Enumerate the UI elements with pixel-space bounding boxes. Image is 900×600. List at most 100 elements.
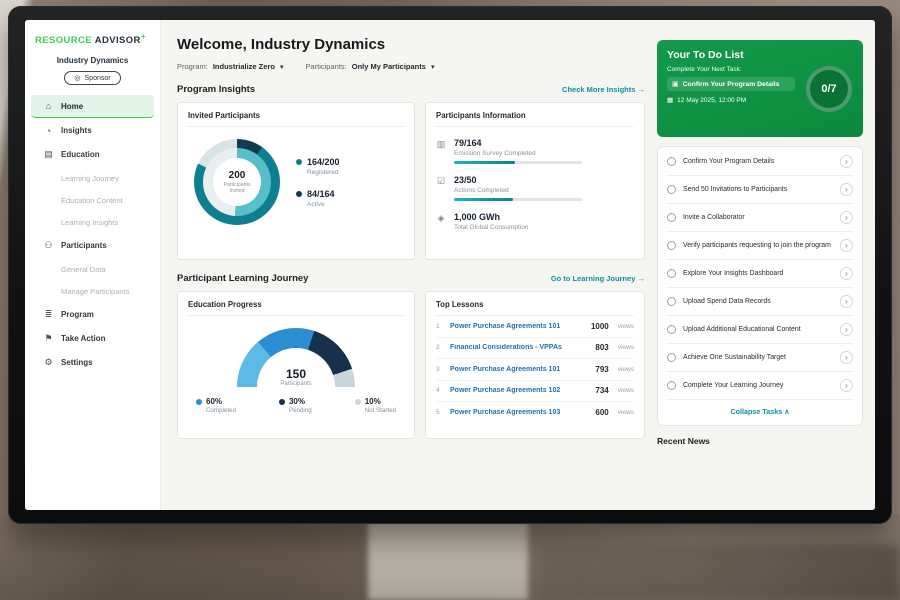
participants-filter-dropdown[interactable]: Only My Participants <box>352 62 426 71</box>
legend-value: 60% <box>206 397 236 406</box>
program-icon: ≣ <box>43 309 54 320</box>
chevron-right-icon[interactable]: › <box>840 155 853 168</box>
todo-next-task[interactable]: ▣ Confirm Your Program Details <box>667 77 795 91</box>
chevron-right-icon[interactable]: › <box>840 351 853 364</box>
task-checkbox[interactable] <box>667 269 676 278</box>
sidebar-item-education[interactable]: ▤ Education <box>31 143 154 166</box>
sidebar-item-manage-participants[interactable]: Manage Participants <box>31 280 154 302</box>
task-checkbox[interactable] <box>667 185 676 194</box>
task-row-verify-participants[interactable]: Verify participants requesting to join t… <box>667 232 853 260</box>
legend-value: 10% <box>365 397 396 406</box>
page-title: Welcome, Industry Dynamics <box>177 36 645 53</box>
check-more-insights-link[interactable]: Check More Insights → <box>562 85 645 94</box>
task-checkbox[interactable] <box>667 241 676 250</box>
task-checkbox[interactable] <box>667 297 676 306</box>
todo-title: Your To Do List <box>667 49 853 61</box>
task-row-upload-educational-content[interactable]: Upload Additional Educational Content › <box>667 316 853 344</box>
arrow-right-icon: → <box>638 274 646 283</box>
task-row-explore-insights[interactable]: Explore Your Insights Dashboard › <box>667 260 853 288</box>
lesson-rank: 3 <box>436 366 443 373</box>
lesson-views-word: views <box>618 409 634 416</box>
program-filter-label: Program: <box>177 62 208 71</box>
lesson-rank: 1 <box>436 323 443 330</box>
task-row-upload-spend-data[interactable]: Upload Spend Data Records › <box>667 288 853 316</box>
stat-value: 23/50 <box>454 175 582 185</box>
take-action-icon: ⚑ <box>43 333 54 344</box>
sidebar-item-general-data[interactable]: General Data <box>31 258 154 280</box>
legend-value: 30% <box>289 397 312 406</box>
task-label: Invite a Collaborator <box>683 213 833 222</box>
task-checkbox[interactable] <box>667 157 676 166</box>
sidebar-item-education-content[interactable]: Education Content <box>31 189 154 211</box>
program-filter: Program: Industrialize Zero ▾ <box>177 62 283 71</box>
card-title: Top Lessons <box>436 300 634 316</box>
lesson-link[interactable]: Power Purchase Agreements 101 <box>450 366 588 373</box>
legend-registered: 164/200 Registered <box>296 157 340 176</box>
sidebar-item-insights[interactable]: ◔ Insights <box>31 119 154 142</box>
chevron-down-icon[interactable]: ▾ <box>280 63 284 71</box>
task-row-send-invitations[interactable]: Send 50 Invitations to Participants › <box>667 176 853 204</box>
sidebar-item-home[interactable]: ⌂ Home <box>31 95 154 118</box>
chevron-right-icon[interactable]: › <box>840 211 853 224</box>
sidebar-item-program[interactable]: ≣ Program <box>31 303 154 326</box>
sponsor-badge[interactable]: ◎ Sponsor <box>64 71 120 85</box>
card-title: Invited Participants <box>188 111 404 127</box>
sidebar-item-label: Take Action <box>61 334 105 343</box>
invited-participants-card: Invited Participants 200 Participants In… <box>177 102 415 260</box>
task-checkbox[interactable] <box>667 381 676 390</box>
chevron-right-icon[interactable]: › <box>840 295 853 308</box>
legend-label: Not Started <box>365 407 396 414</box>
logo-resource: RESOURCE <box>35 35 92 46</box>
recent-news-title: Recent News <box>657 436 863 446</box>
chevron-right-icon[interactable]: › <box>840 239 853 252</box>
chevron-right-icon[interactable]: › <box>840 183 853 196</box>
program-filter-dropdown[interactable]: Industrialize Zero <box>213 62 275 71</box>
task-checkbox[interactable] <box>667 213 676 222</box>
legend-label: Completed <box>206 407 236 414</box>
sidebar-item-participants[interactable]: ⚇ Participants <box>31 234 154 257</box>
participants-information-card: Participants Information ▥ 79/164 Emissi… <box>425 102 645 260</box>
chevron-right-icon[interactable]: › <box>840 323 853 336</box>
main-content: Welcome, Industry Dynamics Program: Indu… <box>161 20 657 510</box>
task-row-complete-journey[interactable]: Complete Your Learning Journey › <box>667 372 853 400</box>
card-title: Education Progress <box>188 300 404 316</box>
sidebar-item-learning-journey[interactable]: Learning Journey <box>31 167 154 189</box>
donut-center-value: 200 <box>229 170 246 181</box>
calendar-icon: ▦ <box>667 96 673 104</box>
legend-not-started: 10% Not Started <box>355 397 396 414</box>
sidebar-item-take-action[interactable]: ⚑ Take Action <box>31 327 154 350</box>
education-progress-card: Education Progress 150 Participants <box>177 291 415 439</box>
legend-dot <box>296 159 302 165</box>
lesson-link[interactable]: Power Purchase Agreements 103 <box>450 409 588 416</box>
task-label: Upload Spend Data Records <box>683 297 833 306</box>
lesson-link[interactable]: Power Purchase Agreements 101 <box>450 323 584 330</box>
invited-donut-chart: 200 Participants Invited <box>194 139 280 225</box>
task-row-confirm-program[interactable]: Confirm Your Program Details › <box>667 148 853 176</box>
top-lessons-card: Top Lessons 1 Power Purchase Agreements … <box>425 291 645 439</box>
chevron-right-icon[interactable]: › <box>840 267 853 280</box>
sidebar-item-learning-insights[interactable]: Learning Insights <box>31 211 154 233</box>
stat-value: 1,000 GWh <box>454 212 528 222</box>
collapse-up-icon: ∧ <box>784 407 789 416</box>
task-checkbox[interactable] <box>667 353 676 362</box>
go-to-learning-journey-link[interactable]: Go to Learning Journey → <box>551 274 645 283</box>
stat-actions-completed: ☑ 23/50 Actions Completed <box>436 175 634 201</box>
participants-icon: ⚇ <box>43 240 54 251</box>
task-row-invite-collaborator[interactable]: Invite a Collaborator › <box>667 204 853 232</box>
task-label: Complete Your Learning Journey <box>683 381 833 390</box>
sidebar-item-label: Program <box>61 310 94 319</box>
lesson-link[interactable]: Power Purchase Agreements 102 <box>450 387 588 394</box>
org-name: Industry Dynamics <box>25 56 160 65</box>
lesson-views-word: views <box>618 387 634 394</box>
legend-active: 84/164 Active <box>296 189 340 208</box>
task-row-achieve-target[interactable]: Achieve One Sustainability Target › <box>667 344 853 372</box>
task-label: Upload Additional Educational Content <box>683 325 833 334</box>
lesson-link[interactable]: Financial Considerations - VPPAs <box>450 344 588 351</box>
task-checkbox[interactable] <box>667 325 676 334</box>
chevron-right-icon[interactable]: › <box>840 379 853 392</box>
chevron-down-icon[interactable]: ▾ <box>431 63 435 71</box>
collapse-tasks-link[interactable]: Collapse Tasks ∧ <box>667 400 853 424</box>
sidebar-item-settings[interactable]: ⚙ Settings <box>31 351 154 374</box>
sidebar-item-label: Education <box>61 150 100 159</box>
stat-emission-survey: ▥ 79/164 Emission Survey Completed <box>436 138 634 164</box>
